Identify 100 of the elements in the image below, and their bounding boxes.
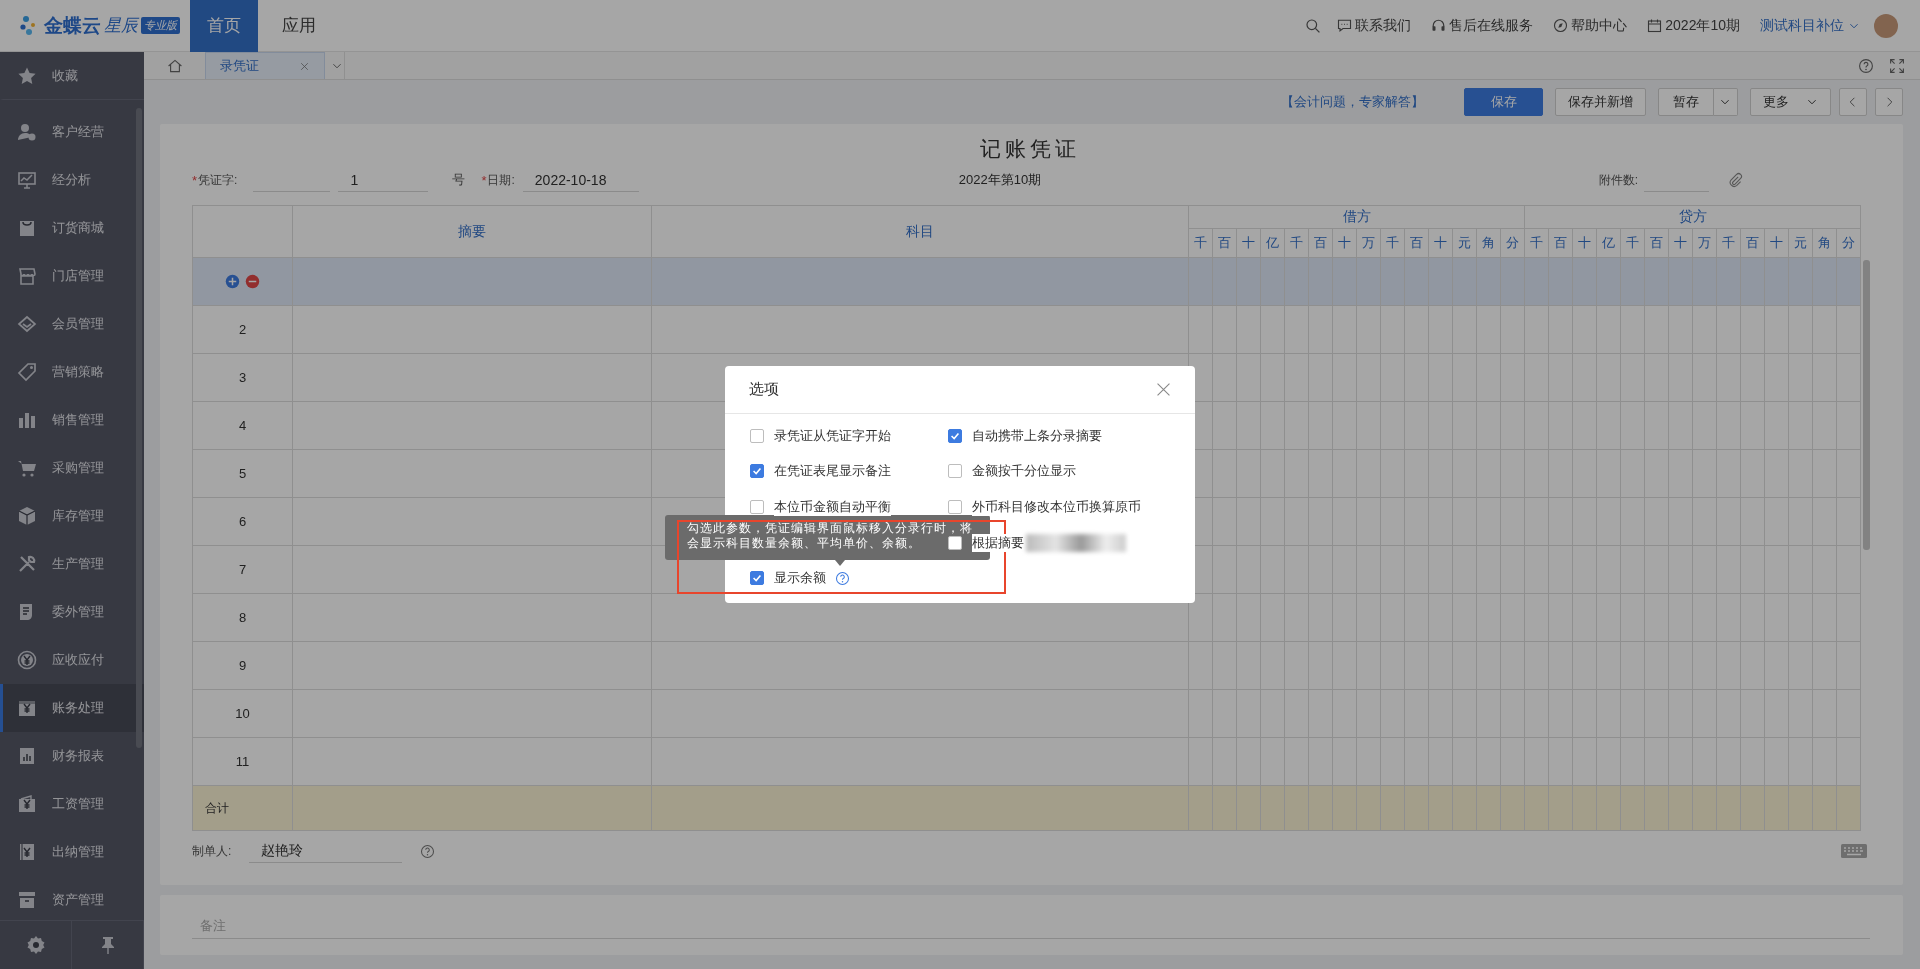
column-header: 十 [1668,228,1693,258]
logo-subtitle: 星辰 [104,15,138,37]
save-button[interactable]: 保存 [1464,88,1543,116]
column-header: 摘要 [292,205,652,258]
yen-box-icon [17,698,37,718]
add-row-icon[interactable] [225,274,240,289]
column-header: 元 [1788,228,1813,258]
sidebar-item[interactable]: 资产管理 [0,876,144,920]
calendar-icon [1647,18,1663,33]
checkbox[interactable] [948,464,962,479]
column-header: 十 [1428,228,1453,258]
scrollbar[interactable] [136,108,142,748]
archive-icon [17,890,37,910]
home-icon [166,57,183,74]
account-menu[interactable]: 测试科目补位 [1760,16,1860,35]
dialog-title: 选项 [749,380,779,399]
row-number: 5 [192,449,293,498]
column-header: 十 [1764,228,1789,258]
keyboard-icon[interactable] [1840,842,1868,860]
logo-icon [20,15,38,36]
column-header: 分 [1836,228,1861,258]
sidebar-item[interactable]: 出纳管理 [0,828,144,876]
sidebar-item[interactable]: 收藏 [0,52,144,100]
page-tab[interactable]: 录凭证 [205,52,325,79]
previous-button[interactable] [1839,88,1867,116]
settings-icon [25,935,46,955]
checkbox[interactable] [948,428,962,443]
checkbox[interactable] [948,500,962,514]
column-header: 千 [1188,228,1213,258]
column-header: 角 [1812,228,1837,258]
close-button[interactable] [1155,381,1172,398]
help-icon [420,843,436,859]
option-label: 自动携带上条分录摘要 [972,426,1102,445]
diamond-icon [17,314,37,334]
next-button[interactable] [1875,88,1903,116]
search-icon[interactable] [1305,17,1322,34]
column-header: 百 [1740,228,1765,258]
column-header: 千 [1380,228,1405,258]
field-label: 日期: [487,171,515,189]
column-header: 百 [1548,228,1573,258]
paperclip-icon[interactable] [1727,172,1744,188]
row-number: 10 [192,689,293,738]
maker-field[interactable]: 赵艳玲 [249,839,403,863]
checkbox[interactable] [750,428,764,443]
more-button[interactable]: 更多 [1750,88,1831,116]
nav-tab[interactable]: 首页 [190,0,258,52]
avatar[interactable] [1874,13,1898,38]
store-icon [17,266,37,286]
header-link[interactable]: 帮助中心 [1553,16,1628,35]
column-header: 贷方 [1524,205,1861,229]
row-number: 3 [192,353,293,402]
nav-tab[interactable]: 应用 [262,0,336,52]
scrollbar[interactable] [1863,260,1870,550]
expert-link[interactable]: 【会计问题，专家解答】 [1281,93,1424,111]
field-label: 制单人: [192,842,232,860]
voucher-number-field[interactable]: 1 [338,168,429,192]
cube-icon [17,506,37,526]
ledger-icon [17,842,37,862]
remove-row-icon[interactable] [245,274,260,289]
required-mark: * [481,172,487,188]
bar-chart-icon [17,410,37,430]
column-header: 亿 [1596,228,1621,258]
column-header: 千 [1716,228,1741,258]
required-mark: * [192,172,198,188]
column-header: 十 [1332,228,1357,258]
save-new-button[interactable]: 保存并新增 [1555,88,1646,116]
logo-text: 金蝶云 [44,13,101,38]
row-number: 6 [192,497,293,546]
field-label: 凭证字: [198,171,238,189]
close-icon [299,60,310,72]
help-icon[interactable] [1858,57,1874,74]
checkbox[interactable] [750,571,764,586]
checkbox[interactable] [750,464,764,479]
help-icon[interactable] [835,570,850,586]
header-link[interactable]: 售后在线服务 [1431,16,1534,35]
column-header: 元 [1452,228,1477,258]
column-header: 借方 [1188,205,1525,229]
period-link[interactable]: 2022年10期 [1647,16,1740,35]
header-link[interactable]: 联系我们 [1337,16,1412,35]
sidebar-item[interactable]: 工资管理 [0,780,144,828]
headset-icon [1431,18,1447,33]
row-number: 8 [192,593,293,642]
column-header: 万 [1356,228,1381,258]
date-field[interactable]: 2022-10-18 [522,168,639,192]
monitor-chart-icon [17,170,37,190]
person-icon [17,122,37,142]
draft-button[interactable]: 暂存 [1658,88,1714,116]
bag-icon [17,218,37,238]
column-header: 百 [1404,228,1429,258]
column-header: 十 [1572,228,1597,258]
draft-menu-button[interactable] [1714,88,1738,116]
column-header: 千 [1620,228,1645,258]
fullscreen-icon[interactable] [1889,57,1905,74]
checkbox[interactable] [750,500,764,514]
sidebar-item[interactable]: 账务处理 [0,684,144,732]
yen-coin-icon [17,650,37,670]
column-header: 角 [1476,228,1501,258]
option-label: 本位币金额自动平衡 [774,498,891,516]
column-header: 千 [1524,228,1549,258]
column-header: 百 [1212,228,1237,258]
